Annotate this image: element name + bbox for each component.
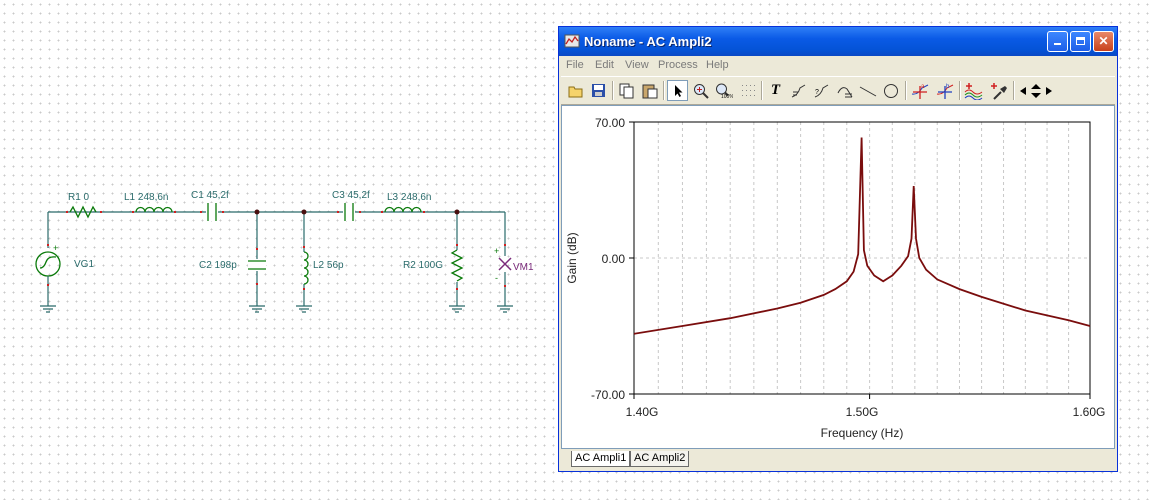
x-tick-left: 1.40G bbox=[626, 405, 659, 419]
arrow-right-icon bbox=[1046, 86, 1052, 95]
x-tick-middle: 1.50G bbox=[846, 405, 879, 419]
svg-text:-: - bbox=[495, 273, 498, 283]
tab-bar: AC Ampli1 AC Ampli2 bbox=[561, 451, 1115, 469]
copy-icon bbox=[619, 83, 633, 98]
minimize-icon bbox=[1054, 43, 1061, 45]
curve-label2-icon: ? bbox=[814, 84, 828, 97]
pointer-icon bbox=[674, 84, 682, 97]
close-icon: ✕ bbox=[1098, 34, 1109, 48]
gain-chart[interactable]: 70.00 0.00 -70.00 1.40G 1.50G 1.60G Freq… bbox=[562, 106, 1114, 448]
c3-label: C3 45,2f bbox=[332, 190, 370, 201]
menu-edit[interactable]: Edit bbox=[595, 59, 614, 71]
x-axis-label: Frequency (Hz) bbox=[821, 426, 904, 440]
c2-label: C2 198p bbox=[199, 260, 237, 271]
menu-help[interactable]: Help bbox=[706, 59, 729, 71]
cursor-b-button[interactable]: b bbox=[934, 80, 955, 101]
vm1-label: VM1 bbox=[513, 262, 534, 273]
zoom-in-icon bbox=[693, 83, 709, 99]
r1-label: R1 0 bbox=[68, 192, 90, 203]
vg1-label: VG1 bbox=[74, 259, 94, 270]
circuit-schematic[interactable]: + + - R1 0 L1 248,6n C1 45,2f C2 198p L2… bbox=[0, 0, 555, 500]
add-curve-button[interactable] bbox=[963, 80, 984, 101]
close-button[interactable]: ✕ bbox=[1093, 31, 1114, 52]
menu-file[interactable]: File bbox=[566, 59, 584, 71]
curve-label3-button[interactable] bbox=[834, 80, 855, 101]
c1-label: C1 45,2f bbox=[191, 190, 229, 201]
title-bar[interactable]: Noname - AC Ampli2 ✕ bbox=[559, 27, 1117, 56]
add-marker-button[interactable] bbox=[988, 80, 1009, 101]
ellipse-button[interactable] bbox=[880, 80, 901, 101]
add-marker-icon bbox=[990, 82, 1007, 100]
l3-inductor[interactable] bbox=[384, 206, 422, 213]
cursor-a-icon: a bbox=[911, 84, 928, 99]
l2-inductor[interactable] bbox=[303, 251, 309, 285]
l3-label: L3 248,6n bbox=[387, 192, 432, 203]
l2-label: L2 56p bbox=[313, 260, 344, 271]
arrow-updown-icon bbox=[1031, 83, 1041, 98]
tab-ac-ampli2[interactable]: AC Ampli2 bbox=[630, 451, 690, 467]
cursor-b-icon: b bbox=[936, 84, 953, 99]
pin-dots bbox=[47, 211, 506, 290]
open-button[interactable] bbox=[565, 80, 586, 101]
x-tick-right: 1.60G bbox=[1073, 405, 1106, 419]
svg-text:+: + bbox=[53, 243, 58, 253]
y-axis-label: Gain (dB) bbox=[565, 232, 579, 283]
menu-bar: File Edit View Process Help bbox=[559, 56, 1117, 75]
plot-area[interactable]: 70.00 0.00 -70.00 1.40G 1.50G 1.60G Freq… bbox=[561, 105, 1115, 449]
menu-view[interactable]: View bbox=[625, 59, 649, 71]
toolbar: 100% T ? a b bbox=[561, 76, 1115, 105]
gain-curve bbox=[633, 137, 1091, 335]
text-icon: T bbox=[770, 82, 781, 98]
cursor-a-button[interactable]: a bbox=[909, 80, 930, 101]
zoom-100-button[interactable]: 100% bbox=[713, 80, 734, 101]
vg1-source-symbol[interactable] bbox=[35, 251, 61, 277]
y-tick-top: 70.00 bbox=[595, 116, 625, 130]
copy-button[interactable] bbox=[616, 80, 637, 101]
svg-text:+: + bbox=[494, 246, 499, 256]
window-title: Noname - AC Ampli2 bbox=[584, 34, 712, 49]
save-icon bbox=[592, 84, 605, 97]
vm1-meter-symbol[interactable] bbox=[498, 257, 512, 271]
open-folder-icon bbox=[568, 86, 582, 97]
r2-resistor[interactable] bbox=[450, 249, 464, 282]
grid-button[interactable] bbox=[738, 80, 759, 101]
paste-button[interactable] bbox=[639, 80, 660, 101]
zoom-100-icon: 100% bbox=[715, 83, 733, 99]
paste-icon bbox=[642, 84, 657, 98]
r2-label: R2 100G bbox=[403, 260, 443, 271]
minimize-button[interactable] bbox=[1047, 31, 1068, 52]
svg-text:?: ? bbox=[815, 89, 819, 96]
maximize-icon bbox=[1076, 37, 1085, 45]
l1-label: L1 248,6n bbox=[124, 192, 169, 203]
add-curve-icon bbox=[964, 82, 982, 100]
curve-label-icon bbox=[791, 84, 805, 97]
analysis-app-icon bbox=[564, 34, 580, 48]
analysis-window[interactable]: Noname - AC Ampli2 ✕ File Edit View Proc… bbox=[558, 26, 1118, 472]
zoom-in-button[interactable] bbox=[690, 80, 711, 101]
ellipse-icon bbox=[883, 83, 898, 98]
l1-inductor[interactable] bbox=[135, 206, 173, 213]
tab-ac-ampli1[interactable]: AC Ampli1 bbox=[571, 451, 631, 467]
chart-ticks bbox=[629, 121, 1091, 399]
curve-label-button[interactable] bbox=[788, 80, 809, 101]
curve-label3-icon bbox=[837, 86, 852, 97]
line-button[interactable] bbox=[857, 80, 878, 101]
save-button[interactable] bbox=[588, 80, 609, 101]
line-icon bbox=[859, 86, 876, 96]
grid-icon bbox=[742, 85, 755, 96]
arrow-left-icon bbox=[1020, 86, 1026, 95]
scroll-right-button[interactable] bbox=[1043, 80, 1055, 101]
svg-text:100%: 100% bbox=[721, 94, 733, 99]
menu-process[interactable]: Process bbox=[658, 59, 698, 71]
maximize-button[interactable] bbox=[1070, 31, 1091, 52]
pointer-button[interactable] bbox=[667, 80, 688, 101]
scroll-updown-button[interactable] bbox=[1028, 80, 1044, 101]
y-tick-bottom: -70.00 bbox=[591, 388, 625, 402]
curve-label2-button[interactable]: ? bbox=[811, 80, 832, 101]
text-button[interactable]: T bbox=[765, 80, 786, 101]
y-tick-middle: 0.00 bbox=[602, 252, 626, 266]
